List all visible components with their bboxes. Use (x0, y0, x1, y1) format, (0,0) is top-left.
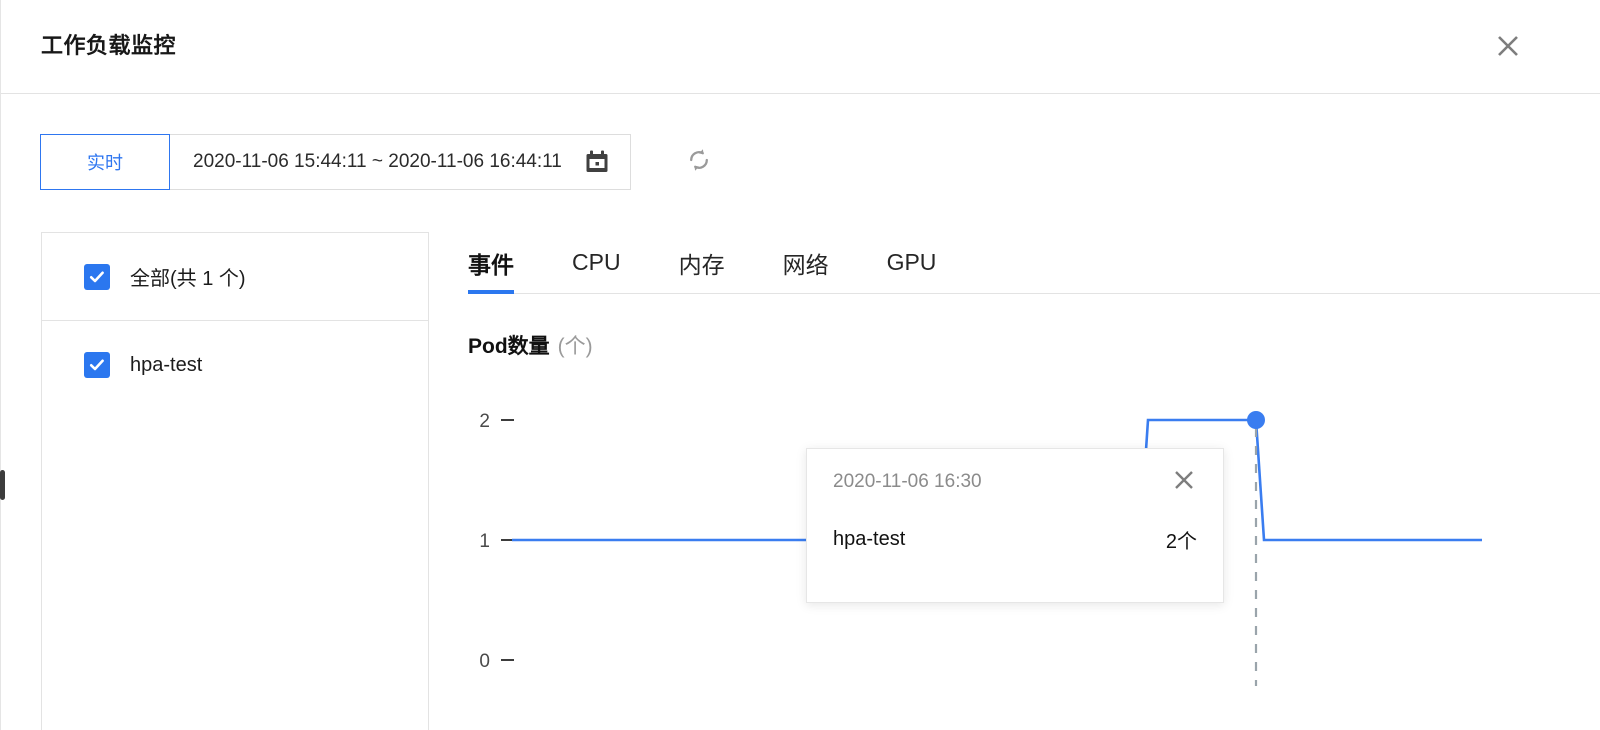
data-point-marker[interactable] (1247, 411, 1265, 429)
y-axis-tick-label: 2 (479, 411, 490, 432)
realtime-button[interactable]: 实时 (40, 134, 170, 190)
tab-network[interactable]: 网络 (783, 232, 829, 293)
tooltip-timestamp: 2020-11-06 16:30 (833, 471, 982, 493)
tab-gpu[interactable]: GPU (887, 232, 937, 293)
close-icon (1172, 468, 1196, 497)
tab-label: 内存 (679, 246, 725, 280)
tooltip-series-name: hpa-test (833, 528, 905, 551)
dialog-header: 工作负载监控 (1, 0, 1600, 94)
workload-monitor-panel: 工作负载监控 实时 2020-11-06 15:44:11 ~ 2020-11-… (0, 0, 1600, 730)
tab-label: 网络 (783, 246, 829, 280)
tab-memory[interactable]: 内存 (679, 232, 725, 293)
tab-label: CPU (572, 249, 621, 276)
tooltip-series-value: 2个 (1166, 525, 1197, 554)
tab-label: GPU (887, 249, 937, 276)
tooltip-close-button[interactable] (1171, 469, 1197, 495)
chart-title-text: Pod数量 (468, 335, 550, 358)
realtime-label: 实时 (87, 149, 123, 175)
chart-title: Pod数量 (个) (468, 330, 593, 360)
page-scrollbar-thumb[interactable] (0, 470, 5, 500)
list-item-label: 全部(共 1 个) (130, 262, 246, 291)
tab-cpu[interactable]: CPU (572, 232, 621, 293)
tooltip-header: 2020-11-06 16:30 (833, 471, 1197, 495)
y-axis-tick-label: 0 (479, 651, 490, 672)
checkbox-all[interactable] (84, 264, 110, 290)
checkbox-hpa-test[interactable] (84, 352, 110, 378)
refresh-icon (685, 146, 713, 179)
chart-tooltip[interactable]: 2020-11-06 16:30 hpa-test 2个 (806, 448, 1224, 603)
y-axis-tick-label: 1 (479, 531, 490, 552)
date-range-value: 2020-11-06 15:44:11 ~ 2020-11-06 16:44:1… (193, 151, 562, 173)
y-axis: 0 1 2 (479, 411, 514, 672)
page-title: 工作负载监控 (41, 28, 176, 60)
time-range-toolbar: 实时 2020-11-06 15:44:11 ~ 2020-11-06 16:4… (40, 134, 719, 190)
workload-list: 全部(共 1 个) hpa-test (41, 232, 429, 730)
tooltip-series-row: hpa-test 2个 (833, 525, 1197, 554)
list-item-label: hpa-test (130, 354, 202, 377)
close-icon (1495, 33, 1521, 59)
list-item-all[interactable]: 全部(共 1 个) (42, 233, 428, 321)
metric-tabs: 事件 CPU 内存 网络 GPU (468, 232, 1600, 294)
tab-label: 事件 (468, 246, 514, 280)
refresh-button[interactable] (679, 142, 719, 182)
time-range-group: 实时 2020-11-06 15:44:11 ~ 2020-11-06 16:4… (40, 134, 631, 190)
list-item-hpa-test[interactable]: hpa-test (42, 321, 428, 409)
tab-events[interactable]: 事件 (468, 232, 514, 293)
page-scrollbar[interactable] (0, 0, 6, 730)
chart-unit: (个) (558, 335, 593, 358)
highlight-marker[interactable] (1247, 411, 1265, 429)
date-range-picker[interactable]: 2020-11-06 15:44:11 ~ 2020-11-06 16:44:1… (169, 134, 631, 190)
calendar-icon (584, 149, 610, 175)
close-button[interactable] (1488, 26, 1528, 66)
